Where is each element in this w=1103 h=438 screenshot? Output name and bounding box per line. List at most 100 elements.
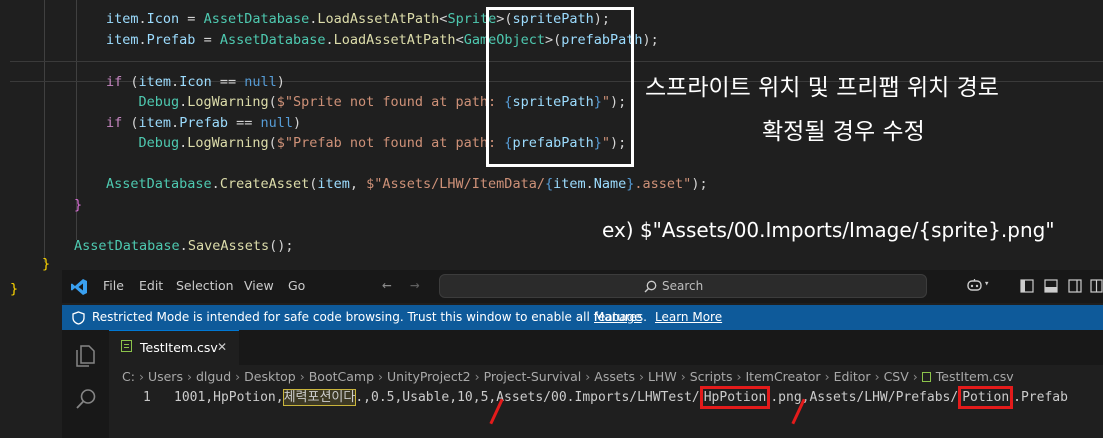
- code-token: <: [455, 32, 464, 48]
- code-line: if (item.Icon == null): [106, 72, 285, 92]
- breadcrumb-file[interactable]: TestItem.csv: [936, 369, 1014, 384]
- breadcrumb-separator: ›: [585, 369, 591, 384]
- code-token: (: [268, 135, 277, 151]
- annotation-text-line1: 스프라이트 위치 및 프리팹 위치 경로: [645, 75, 999, 101]
- code-token: .: [138, 32, 147, 48]
- breadcrumb-item[interactable]: Editor: [834, 369, 871, 384]
- csv-text: 1001,HpPotion,: [174, 390, 284, 405]
- breadcrumb-separator: ›: [874, 369, 880, 384]
- breadcrumb-separator: ›: [912, 369, 918, 384]
- code-token: ==: [211, 74, 245, 90]
- breadcrumb-item[interactable]: ItemCreator: [745, 369, 820, 384]
- code-token: item: [106, 32, 139, 48]
- breadcrumb-item[interactable]: Users: [148, 369, 183, 384]
- code-token: $"Prefab not found at path:: [276, 135, 505, 151]
- code-token: Prefab: [179, 115, 228, 131]
- code-token: (: [122, 115, 139, 131]
- annotation-example: ex) $"Assets/00.Imports/Image/{sprite}.p…: [602, 218, 1055, 242]
- tab-testitem-csv[interactable]: TestItem.csv ✕: [109, 330, 239, 365]
- search-label: Search: [662, 279, 704, 293]
- breadcrumb-item[interactable]: C:: [122, 369, 135, 384]
- code-token: ): [276, 74, 285, 90]
- vscode-window: File Edit Selection View Go ← → Search ▾: [62, 270, 1103, 438]
- search-icon: [644, 280, 657, 293]
- breadcrumb-separator: ›: [186, 369, 192, 384]
- code-token: .: [211, 176, 220, 192]
- code-line: }: [42, 254, 50, 274]
- breadcrumb-separator: ›: [474, 369, 480, 384]
- code-token: Prefab: [146, 32, 196, 48]
- code-token: $"Assets/LHW/ItemData/: [366, 176, 545, 192]
- menu-view[interactable]: View: [244, 278, 274, 293]
- code-token: item: [317, 176, 350, 192]
- code-token: .asset": [634, 176, 692, 192]
- code-token: AssetDatabase: [219, 32, 326, 48]
- breadcrumb-item[interactable]: Assets: [594, 369, 635, 384]
- breadcrumb-item[interactable]: Desktop: [244, 369, 296, 384]
- code-token: AssetDatabase: [203, 11, 310, 27]
- code-token: AssetDatabase: [74, 238, 180, 254]
- code-line: if (item.Prefab == null): [106, 113, 301, 133]
- menu-file[interactable]: File: [103, 278, 124, 293]
- code-token: ();: [269, 238, 294, 254]
- code-token: }: [10, 281, 19, 297]
- code-token: .: [171, 115, 180, 131]
- code-token: if: [106, 115, 123, 131]
- layout-panel-icon[interactable]: [1044, 279, 1058, 293]
- layout-sidebar-icon[interactable]: [1020, 279, 1034, 293]
- code-token: .: [171, 74, 180, 90]
- copilot-icon[interactable]: [966, 278, 983, 294]
- line-number: 1: [143, 390, 151, 405]
- breadcrumb-item[interactable]: UnityProject2: [387, 369, 471, 384]
- search-icon[interactable]: [75, 388, 97, 410]
- code-token: ,: [349, 176, 367, 192]
- breadcrumb-item[interactable]: Project-Survival: [484, 369, 582, 384]
- code-token: }: [42, 256, 51, 272]
- code-token: item: [106, 11, 139, 27]
- breadcrumb-item[interactable]: dlgud: [196, 369, 231, 384]
- annotated-segment: Potion: [958, 386, 1014, 409]
- breadcrumb-item[interactable]: Scripts: [690, 369, 733, 384]
- breadcrumb-item[interactable]: CSV: [884, 369, 909, 384]
- customize-layout-icon[interactable]: [1090, 279, 1103, 293]
- breadcrumb-separator: ›: [378, 369, 384, 384]
- explorer-icon[interactable]: [74, 344, 96, 368]
- csv-file-icon: [121, 340, 132, 352]
- code-line: AssetDatabase.CreateAsset(item, $"Assets…: [106, 174, 708, 194]
- breadcrumb-separator: ›: [138, 369, 144, 384]
- tab-label: TestItem.csv: [140, 340, 218, 355]
- breadcrumb-separator: ›: [824, 369, 830, 384]
- forward-arrow-icon[interactable]: →: [410, 275, 420, 294]
- breadcrumb-item[interactable]: LHW: [648, 369, 677, 384]
- back-arrow-icon[interactable]: ←: [382, 275, 392, 294]
- code-token: =: [179, 11, 204, 27]
- code-token: .: [179, 238, 188, 254]
- learn-more-link[interactable]: Learn More: [655, 310, 722, 324]
- breadcrumb-item[interactable]: BootCamp: [309, 369, 374, 384]
- manage-link[interactable]: Manage: [594, 310, 642, 324]
- code-token: .: [585, 176, 594, 192]
- code-token: Debug: [106, 94, 180, 110]
- code-token: ): [293, 115, 302, 131]
- layout-secondary-sidebar-icon[interactable]: [1068, 279, 1082, 293]
- menu-go[interactable]: Go: [288, 278, 305, 293]
- code-token: (: [122, 74, 139, 90]
- code-token: LoadAssetAtPath: [317, 11, 440, 27]
- code-line: }: [10, 279, 18, 299]
- csv-line-content[interactable]: 1001,HpPotion,체력포션이다.,0.5,Usable,10,5,As…: [174, 386, 1068, 409]
- menu-edit[interactable]: Edit: [139, 278, 163, 293]
- breadcrumb-separator: ›: [680, 369, 686, 384]
- code-line: AssetDatabase.SaveAssets();: [74, 236, 293, 256]
- csv-text: .,0.5,Usable,10,5,Assets/00.Imports/LHWT…: [355, 390, 700, 405]
- activity-bar: [62, 330, 109, 438]
- code-token: item: [138, 115, 172, 131]
- search-bar[interactable]: Search: [439, 274, 927, 298]
- breadcrumb-separator: ›: [299, 369, 305, 384]
- tab-close-icon[interactable]: ✕: [217, 340, 227, 354]
- menu-selection[interactable]: Selection: [176, 278, 234, 293]
- chevron-down-icon[interactable]: ▾: [984, 279, 989, 289]
- code-token: =: [195, 32, 220, 48]
- breadcrumb-separator: ›: [638, 369, 644, 384]
- code-line: }: [74, 195, 82, 215]
- code-token: );: [691, 176, 708, 192]
